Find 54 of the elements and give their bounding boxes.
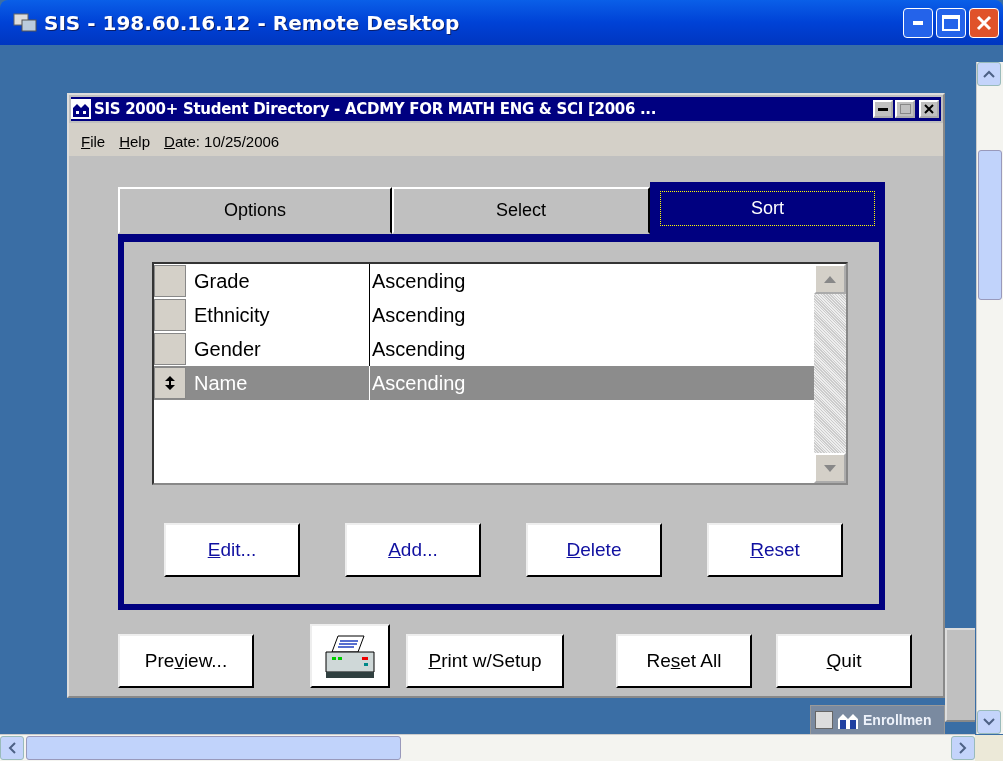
maximize-icon: [942, 14, 960, 31]
dialog-button[interactable]: Reset All: [616, 634, 752, 688]
scroll-up-icon: [824, 275, 836, 283]
minimize-button[interactable]: [903, 7, 933, 38]
maximize-button[interactable]: [936, 7, 966, 38]
up-down-arrow-icon: [165, 376, 175, 390]
table-cell: Grade: [194, 264, 370, 298]
scroll-left-icon: [8, 742, 16, 754]
dialog-button[interactable]: Reset: [707, 523, 843, 577]
sort-row[interactable]: Ethnicity Ascending: [154, 298, 814, 332]
table-cell: Ethnicity: [194, 298, 370, 332]
scrollbar-thumb[interactable]: [978, 150, 1002, 300]
close-button[interactable]: [969, 7, 999, 38]
dialog-button[interactable]: Edit...: [164, 523, 300, 577]
window-title: SIS - 198.60.16.12 - Remote Desktop: [44, 10, 461, 35]
scrollbar[interactable]: [814, 264, 846, 483]
minimize-icon: [913, 20, 923, 25]
dialog-button[interactable]: Print w/Setup: [406, 634, 564, 688]
menu-item[interactable]: Help: [119, 133, 151, 150]
menu-item[interactable]: File: [81, 133, 106, 150]
table-cell-text: Ascending: [371, 337, 466, 362]
scroll-down-icon: [824, 464, 836, 472]
print-button[interactable]: [310, 624, 390, 688]
scrollbar-thumb[interactable]: [26, 736, 401, 760]
tab[interactable]: Sort: [650, 182, 885, 234]
sort-row[interactable]: Grade Ascending: [154, 264, 814, 298]
scroll-up-icon: [983, 70, 995, 78]
close-icon: [976, 14, 992, 31]
close-button[interactable]: [919, 100, 939, 118]
table-cell-text: Ascending: [371, 371, 466, 396]
row-header[interactable]: [154, 367, 186, 399]
table-cell: Name: [194, 366, 370, 400]
tab[interactable]: Select: [392, 187, 650, 234]
computer-icon: [12, 10, 38, 35]
resize-grip[interactable]: [975, 735, 1003, 761]
horizontal-scrollbar[interactable]: [0, 734, 975, 761]
dialog-title: SIS 2000+ Student Directory - ACDMY FOR MATH ENG & SCI [2006 ...: [94, 100, 658, 118]
window-title: Enrollmen: [863, 712, 932, 728]
table-cell-text: Ascending: [371, 303, 466, 328]
menu-item[interactable]: Date: 10/25/2006: [164, 133, 280, 150]
close-icon: [924, 104, 934, 114]
dialog-button[interactable]: Add...: [345, 523, 481, 577]
minimize-button[interactable]: [873, 100, 893, 118]
dialog-button[interactable]: Delete: [526, 523, 662, 577]
table-cell-text: Ascending: [371, 269, 466, 294]
tab[interactable]: Options: [118, 187, 392, 234]
vertical-scrollbar[interactable]: [976, 62, 1003, 734]
control-box[interactable]: [815, 711, 833, 729]
maximize-icon: [899, 104, 911, 114]
scroll-down-icon: [983, 718, 995, 726]
scroll-right-icon: [959, 742, 967, 754]
dialog-button[interactable]: Quit: [776, 634, 912, 688]
minimize-icon: [878, 107, 888, 111]
dialog-button[interactable]: Preview...: [118, 634, 254, 688]
